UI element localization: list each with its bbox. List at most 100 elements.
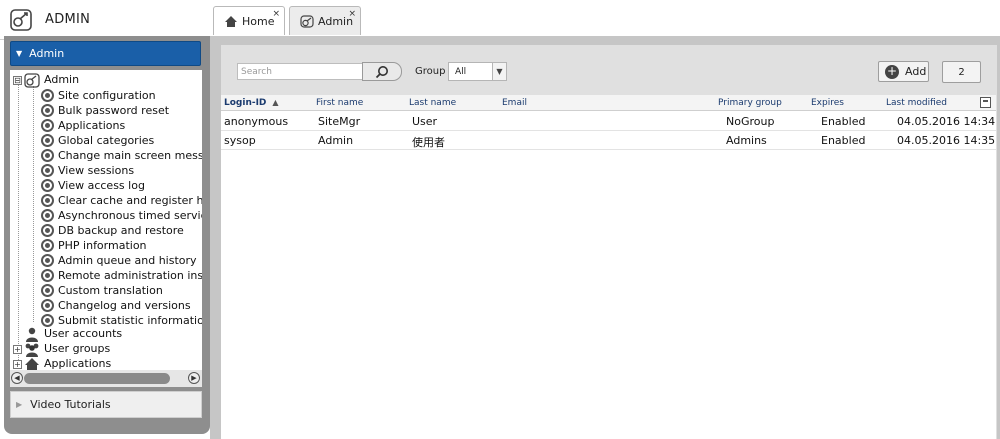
gear-icon — [41, 119, 54, 132]
tree-item-label: PHP information — [58, 239, 147, 252]
cell-last-name: User — [412, 115, 438, 128]
user-icon — [26, 327, 38, 342]
sort-ascending-icon: ▲ — [272, 98, 279, 107]
app-header: ADMIN — [0, 0, 210, 40]
expand-arrow-icon: ▶ — [16, 400, 23, 409]
video-tutorials-panel[interactable]: ▶ Video Tutorials — [10, 391, 202, 418]
add-button[interactable]: + Add — [878, 61, 929, 82]
tree-item-label: Bulk password reset — [58, 104, 170, 117]
column-header-email[interactable]: Email — [502, 98, 527, 108]
tree-item-label: User accounts — [44, 327, 123, 340]
search-input[interactable] — [237, 63, 363, 80]
admin-icon — [24, 73, 40, 88]
scroll-left-icon[interactable]: ◀ — [11, 372, 23, 384]
tree-item-label: View sessions — [58, 164, 135, 177]
tree-item-db-backup-restore[interactable]: DB backup and restore — [41, 223, 184, 238]
cell-first-name: SiteMgr — [318, 115, 361, 128]
add-button-label: Add — [905, 65, 927, 78]
table-row[interactable]: anonymous SiteMgr User NoGroup Enabled 0… — [221, 112, 996, 131]
tree-item-label: Applications — [44, 357, 112, 370]
cell-last-name: 使用者 — [412, 136, 445, 149]
tab-home[interactable]: Home × — [213, 6, 285, 35]
close-icon[interactable]: × — [272, 9, 280, 19]
scrollbar-thumb[interactable] — [24, 373, 170, 384]
cell-login-id: anonymous — [224, 115, 289, 128]
gear-icon — [41, 314, 54, 327]
tree-item-label: Site configuration — [58, 89, 156, 102]
video-tutorials-label: Video Tutorials — [30, 398, 111, 411]
scroll-right-icon[interactable]: ▶ — [188, 372, 200, 384]
column-header-primary-group[interactable]: Primary group — [718, 98, 782, 108]
close-icon[interactable]: × — [348, 9, 356, 19]
column-config-icon[interactable] — [980, 97, 991, 108]
tree-item-label: Custom translation — [58, 284, 163, 297]
admin-icon — [300, 14, 314, 28]
admin-tree: ⊟ Admin Site configuration Bulk password… — [10, 70, 202, 370]
tree-horizontal-scrollbar[interactable]: ◀ ▶ — [10, 370, 202, 387]
tree-item-label: Clear cache and register ho — [58, 194, 202, 207]
column-header-login-id[interactable]: Login-ID ▲ — [224, 98, 279, 108]
tree-item-label: Remote administration insta — [58, 269, 202, 282]
tree-item-changelog-versions[interactable]: Changelog and versions — [41, 298, 191, 313]
tree-item-label: Changelog and versions — [58, 299, 191, 312]
gear-icon — [41, 179, 54, 192]
gear-icon — [41, 239, 54, 252]
tree-item-submit-statistic-information[interactable]: Submit statistic information — [41, 313, 202, 328]
tree-item-change-main-screen-message[interactable]: Change main screen messa — [41, 148, 202, 163]
tab-strip: Home × Admin × — [210, 0, 1000, 36]
column-header-expires[interactable]: Expires — [811, 98, 844, 108]
tree-item-label: Change main screen messa — [58, 149, 202, 162]
gear-icon — [41, 89, 54, 102]
group-select[interactable]: All ▼ — [448, 62, 507, 81]
gear-icon — [41, 134, 54, 147]
tab-label: Home — [242, 14, 275, 28]
tree-item-admin-queue-history[interactable]: Admin queue and history — [41, 253, 197, 268]
tree-item-php-information[interactable]: PHP information — [41, 238, 147, 253]
tree-item-global-categories[interactable]: Global categories — [41, 133, 154, 148]
tree-item-view-sessions[interactable]: View sessions — [41, 163, 134, 178]
chevron-down-icon: ▼ — [492, 63, 506, 80]
tree-item-applications[interactable]: Applications — [41, 118, 125, 133]
gear-icon — [41, 254, 54, 267]
tree-item-clear-cache[interactable]: Clear cache and register ho — [41, 193, 202, 208]
tree-item-view-access-log[interactable]: View access log — [41, 178, 145, 193]
gear-icon — [41, 284, 54, 297]
cell-primary-group: Admins — [726, 134, 767, 147]
expand-icon[interactable]: + — [13, 345, 22, 354]
table-header: Login-ID ▲ First name Last name Email Pri… — [221, 95, 996, 111]
home-icon — [25, 358, 39, 370]
search-icon — [375, 65, 388, 78]
sidebar-panel-title: Admin — [29, 47, 65, 60]
sidebar-panel-header[interactable]: ▼ Admin — [10, 41, 201, 66]
gear-icon — [41, 149, 54, 162]
tree-item-label: DB backup and restore — [58, 224, 184, 237]
table-row[interactable]: sysop Admin 使用者 Admins Enabled 04.05.201… — [221, 131, 996, 150]
app-title: ADMIN — [45, 12, 91, 27]
gear-icon — [41, 209, 54, 222]
cell-login-id: sysop — [224, 134, 256, 147]
cell-first-name: Admin — [318, 134, 354, 147]
tree-item-label: User groups — [44, 342, 111, 355]
tree-item-bulk-password-reset[interactable]: Bulk password reset — [41, 103, 169, 118]
gear-icon — [41, 164, 54, 177]
gear-icon — [41, 299, 54, 312]
tree-guide-line — [18, 84, 19, 364]
tree-item-label: Admin queue and history — [58, 254, 197, 267]
column-header-last-name[interactable]: Last name — [409, 98, 456, 108]
tree-item-custom-translation[interactable]: Custom translation — [41, 283, 163, 298]
column-header-first-name[interactable]: First name — [316, 98, 363, 108]
tree-item-site-configuration[interactable]: Site configuration — [41, 88, 156, 103]
collapse-icon[interactable]: ⊟ — [13, 76, 22, 85]
user-table: Login-ID ▲ First name Last name Email Pri… — [221, 95, 996, 439]
search-button[interactable] — [362, 62, 402, 81]
tree-item-asynchronous-timed-service[interactable]: Asynchronous timed service — [41, 208, 202, 223]
column-header-last-modified[interactable]: Last modified — [886, 98, 947, 108]
gear-icon — [41, 104, 54, 117]
column-header-label: Login-ID — [224, 98, 267, 108]
tree-item-label: Applications — [58, 119, 126, 132]
gear-icon — [41, 224, 54, 237]
tree-item-remote-administration[interactable]: Remote administration insta — [41, 268, 202, 283]
tab-admin[interactable]: Admin × — [289, 6, 361, 35]
collapse-arrow-icon: ▼ — [16, 49, 23, 58]
expand-icon[interactable]: + — [13, 360, 22, 369]
